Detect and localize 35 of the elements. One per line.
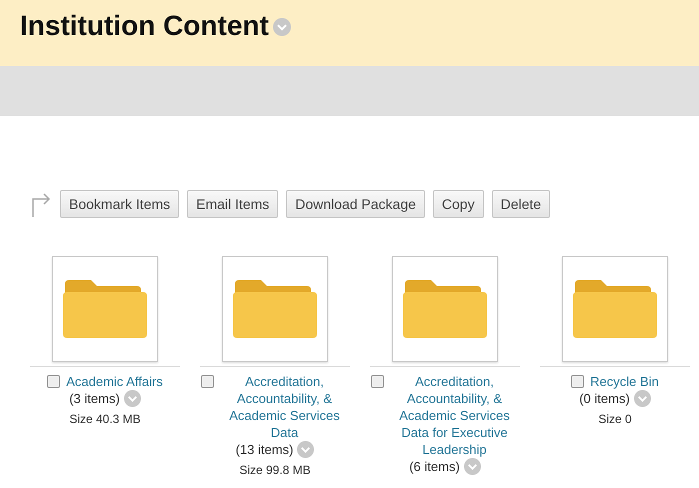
folder-icon bbox=[573, 278, 657, 340]
folder-link[interactable]: Accreditation, Accountability, & Academic Services Data bbox=[220, 373, 350, 441]
toolbar-button[interactable]: Copy bbox=[432, 190, 484, 218]
chevron-down-icon[interactable] bbox=[124, 390, 141, 407]
toolbar-button[interactable]: Download Package bbox=[286, 190, 425, 218]
toolbar-button[interactable]: Email Items bbox=[187, 190, 278, 218]
chevron-down-icon[interactable] bbox=[272, 18, 291, 36]
item-count: (3 items) bbox=[69, 390, 120, 407]
select-checkbox[interactable] bbox=[200, 375, 214, 388]
folder-size: Size 99.8 MB bbox=[239, 462, 311, 479]
select-checkbox[interactable] bbox=[47, 375, 60, 388]
folder-size: Size 40.3 MB bbox=[69, 411, 141, 428]
folder-link[interactable]: Accreditation, Accountability, & Academic Services Data for Executive Leadership bbox=[390, 373, 520, 458]
item-count: (0 items) bbox=[579, 390, 630, 407]
toolbar-button[interactable]: Delete bbox=[492, 190, 550, 218]
folder-icon bbox=[63, 278, 147, 340]
item-count: (6 items) bbox=[409, 458, 460, 475]
folder-size: Size 0 bbox=[598, 411, 632, 428]
select-checkbox[interactable] bbox=[571, 375, 584, 388]
page-title: Institution Content bbox=[20, 9, 269, 43]
folder-icon bbox=[403, 278, 487, 340]
folder-link[interactable]: Academic Affairs bbox=[66, 373, 163, 390]
chevron-down-icon[interactable] bbox=[464, 458, 481, 475]
turn-arrow-icon bbox=[30, 191, 52, 217]
folder-icon bbox=[233, 278, 317, 340]
folder-link[interactable]: Recycle Bin bbox=[590, 373, 659, 390]
folder-thumbnail[interactable] bbox=[222, 256, 328, 362]
folder-thumbnail[interactable] bbox=[52, 256, 158, 362]
item-count: (13 items) bbox=[236, 441, 294, 458]
select-checkbox[interactable] bbox=[370, 375, 384, 388]
folder-thumbnail[interactable] bbox=[562, 256, 668, 362]
chevron-down-icon[interactable] bbox=[634, 390, 651, 407]
chevron-down-icon[interactable] bbox=[297, 441, 314, 458]
toolbar-button[interactable]: Bookmark Items bbox=[60, 190, 180, 218]
folder-thumbnail[interactable] bbox=[392, 256, 498, 362]
